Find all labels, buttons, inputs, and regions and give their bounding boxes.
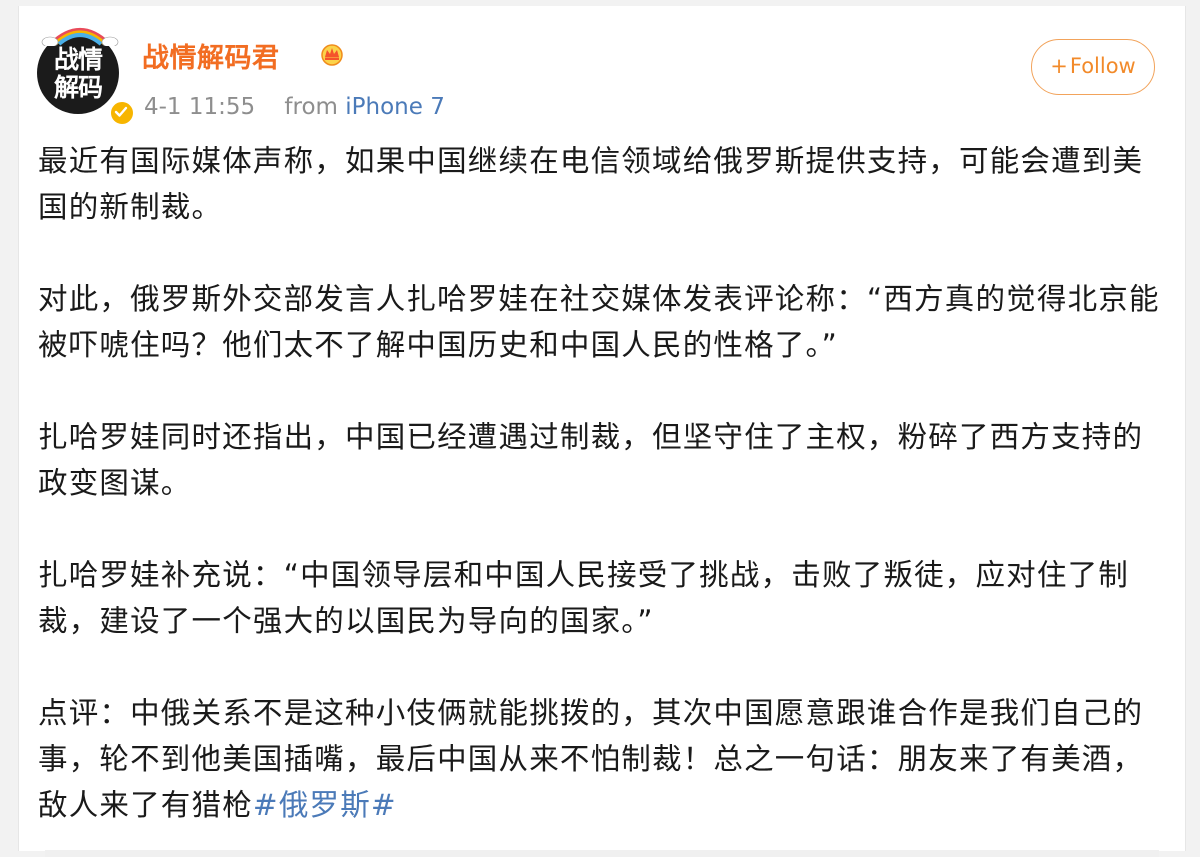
hashtag-link[interactable]: #俄罗斯#	[253, 788, 397, 822]
post-paragraph: 扎哈罗娃同时还指出，中国已经遭遇过制裁，但坚守住了主权，粉碎了西方支持的政变图谋…	[38, 420, 1144, 500]
post-comment-text: 点评：中俄关系不是这种小伎俩就能挑拨的，其次中国愿意跟谁合作是我们自己的事，轮不…	[38, 696, 1144, 822]
post-time: 4-1 11:55	[144, 94, 256, 120]
post-paragraph-last: 点评：中俄关系不是这种小伎俩就能挑拨的，其次中国愿意跟谁合作是我们自己的事，轮不…	[38, 690, 1163, 828]
post-meta: 4-1 11:55 from iPhone 7	[144, 94, 445, 120]
plus-icon: +	[1050, 54, 1068, 78]
post-paragraph: 对此，俄罗斯外交部发言人扎哈罗娃在社交媒体发表评论称：“西方真的觉得北京能被吓唬…	[38, 282, 1160, 362]
post-paragraph: 扎哈罗娃补充说：“中国领导层和中国人民接受了挑战，击败了叛徒，应对住了制裁，建设…	[38, 558, 1129, 638]
post-content: 最近有国际媒体声称，如果中国继续在电信领域给俄罗斯提供支持，可能会遭到美国的新制…	[38, 138, 1163, 828]
avatar-logo-line2: 解码	[53, 73, 103, 102]
weibo-post-card: 战情 解码 战情解码君 4-1 11:55 from iPhone 7 +Fol…	[18, 6, 1186, 857]
action-bar-edge	[45, 850, 1159, 857]
post-source-label: from	[284, 94, 338, 120]
follow-label: Follow	[1069, 54, 1136, 78]
author-avatar[interactable]: 战情 解码	[37, 26, 135, 126]
follow-button[interactable]: +Follow	[1031, 39, 1155, 95]
post-source-device[interactable]: iPhone 7	[345, 94, 445, 120]
crown-icon	[321, 44, 343, 66]
post-paragraph: 最近有国际媒体声称，如果中国继续在电信领域给俄罗斯提供支持，可能会遭到美国的新制…	[38, 144, 1144, 224]
author-name[interactable]: 战情解码君	[142, 36, 280, 75]
rainbow-icon	[41, 28, 119, 46]
verified-badge-icon	[109, 100, 135, 126]
avatar-logo-line1: 战情	[53, 45, 103, 74]
avatar-logo-text: 战情 解码	[37, 46, 119, 102]
page-frame: 战情 解码 战情解码君 4-1 11:55 from iPhone 7 +Fol…	[0, 0, 1200, 857]
